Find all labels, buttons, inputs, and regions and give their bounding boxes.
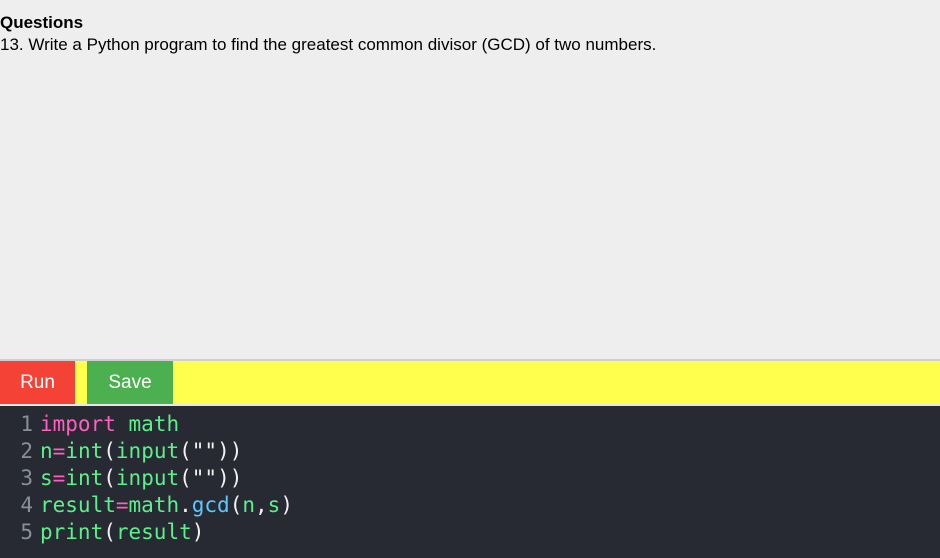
question-text: 13. Write a Python program to find the g…	[0, 35, 657, 54]
code-token: (	[103, 466, 116, 490]
code-token: ))	[217, 439, 243, 463]
line-number: 5	[20, 520, 33, 544]
code-token: )	[280, 493, 293, 517]
editor-toolbar: Run Save	[0, 361, 940, 404]
code-token: (	[229, 493, 243, 517]
code-token: =	[52, 439, 66, 463]
code-token: int	[65, 439, 104, 463]
code-token: import	[40, 412, 116, 436]
code-token: ))	[217, 466, 243, 490]
code-line[interactable]: 5 print(result)	[0, 519, 204, 546]
code-token: gcd	[191, 493, 230, 517]
code-token: (	[103, 439, 116, 463]
save-button[interactable]: Save	[87, 361, 173, 404]
code-token: n	[242, 493, 255, 517]
code-token: =	[52, 466, 66, 490]
code-token: =	[115, 493, 129, 517]
code-line[interactable]: 3 s=int(input(""))	[0, 465, 242, 492]
code-line[interactable]: 1 import math	[0, 411, 179, 438]
code-token: .	[179, 493, 192, 517]
code-token: ""	[191, 466, 218, 490]
line-number: 1	[20, 412, 33, 436]
code-token: (	[179, 439, 192, 463]
code-token: n	[40, 439, 53, 463]
code-token: input	[115, 466, 180, 490]
questions-heading: Questions	[0, 13, 84, 32]
run-button[interactable]: Run	[0, 361, 75, 404]
code-token: ,	[255, 493, 268, 517]
code-line[interactable]: 2 n=int(input(""))	[0, 438, 242, 465]
line-number: 2	[20, 439, 33, 463]
code-token: )	[191, 520, 205, 544]
code-token: (	[103, 520, 116, 544]
line-number: 3	[20, 466, 33, 490]
code-token: int	[65, 466, 104, 490]
code-editor[interactable]: 1 import math 2 n=int(input("")) 3 s=int(inpu…	[0, 406, 940, 558]
code-token: result	[115, 520, 192, 544]
code-token: input	[115, 439, 180, 463]
line-number: 4	[20, 493, 33, 517]
code-token: math	[128, 412, 180, 436]
code-token: math	[128, 493, 180, 517]
questions-panel: Questions 13. Write a Python program to …	[0, 0, 940, 359]
code-token: s	[267, 493, 281, 517]
code-line[interactable]: 4 result=math.gcd(n,s)	[0, 492, 293, 519]
code-token: ""	[191, 439, 218, 463]
code-token: s	[40, 466, 53, 490]
code-token: (	[179, 466, 192, 490]
code-token: result	[40, 493, 116, 517]
code-token: print	[40, 520, 104, 544]
